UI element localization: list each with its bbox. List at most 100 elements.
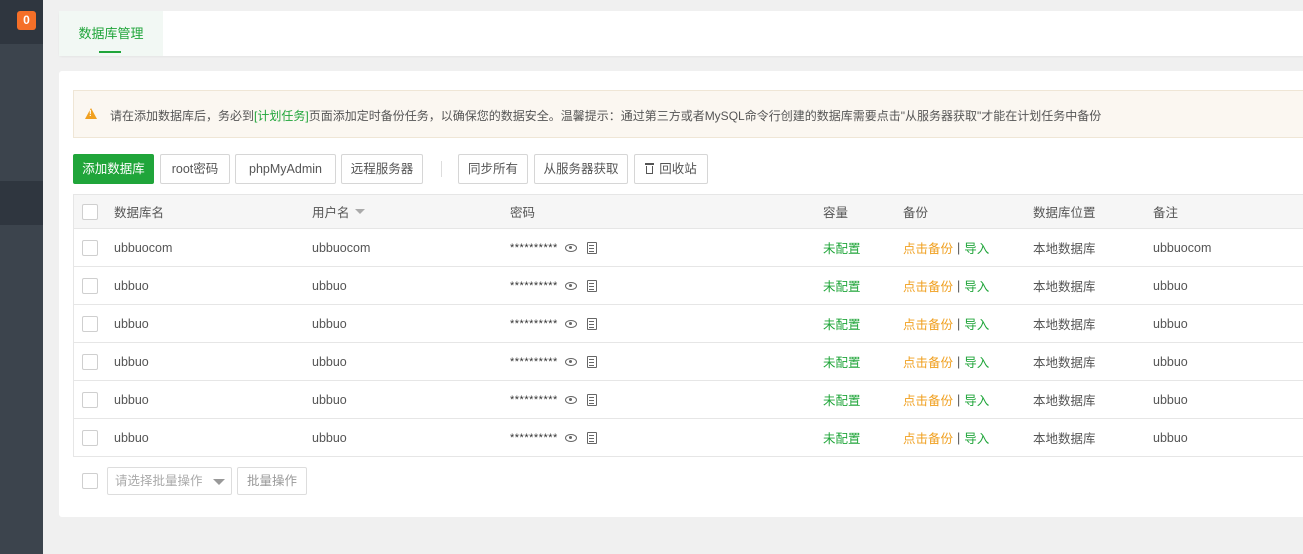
db-note[interactable]: ubbuo	[1153, 267, 1188, 304]
db-note[interactable]: ubbuo	[1153, 305, 1188, 342]
link-divider: |	[957, 354, 961, 369]
db-backup: 点击备份 | 导入	[903, 267, 989, 304]
root-password-button[interactable]: root密码	[160, 154, 230, 184]
link-divider: |	[957, 316, 961, 331]
db-name: ubbuo	[114, 392, 149, 407]
row-checkbox[interactable]	[82, 239, 98, 256]
backup-link[interactable]: 点击备份	[903, 276, 953, 295]
import-link[interactable]: 导入	[964, 390, 989, 409]
chevron-down-icon	[213, 479, 225, 485]
header-user[interactable]: 用户名	[312, 195, 365, 228]
backup-link[interactable]: 点击备份	[903, 238, 953, 257]
password-mask: **********	[510, 317, 558, 330]
db-backup: 点击备份 | 导入	[903, 343, 989, 380]
eye-icon[interactable]	[564, 433, 577, 442]
batch-operation-button[interactable]: 批量操作	[237, 467, 307, 495]
db-note[interactable]: ubbuo	[1153, 381, 1188, 418]
header-backup: 备份	[903, 206, 929, 220]
db-location: 本地数据库	[1033, 356, 1096, 370]
import-link[interactable]: 导入	[964, 276, 989, 295]
recycle-bin-button[interactable]: 回收站	[634, 154, 708, 184]
header-note: 备注	[1153, 206, 1179, 220]
table-row: ubbuo ubbuo ********** 未配置 点击备份 | 导入 本地数据库…	[74, 381, 1303, 419]
add-database-button[interactable]: 添加数据库	[73, 154, 154, 184]
db-location: 本地数据库	[1033, 432, 1096, 446]
copy-icon[interactable]	[586, 279, 597, 292]
db-password: **********	[510, 229, 597, 266]
db-note[interactable]: ubbuo	[1153, 343, 1188, 380]
database-table: 数据库名 用户名 密码 容量 备份 数据库位置 备注 ubbuocom ubbu…	[73, 194, 1303, 457]
db-note[interactable]: ubbuocom	[1153, 229, 1211, 266]
notice-text-before: 请在添加数据库后，务必到	[110, 109, 255, 123]
copy-icon[interactable]	[586, 393, 597, 406]
copy-icon[interactable]	[586, 241, 597, 254]
table-row: ubbuo ubbuo ********** 未配置 点击备份 | 导入 本地数据库…	[74, 419, 1303, 457]
backup-link[interactable]: 点击备份	[903, 352, 953, 371]
eye-icon[interactable]	[564, 281, 577, 290]
backup-link[interactable]: 点击备份	[903, 390, 953, 409]
capacity-status[interactable]: 未配置	[823, 343, 861, 380]
trash-icon	[645, 163, 655, 174]
db-user: ubbuo	[312, 316, 347, 331]
db-location: 本地数据库	[1033, 318, 1096, 332]
db-location: 本地数据库	[1033, 242, 1096, 256]
eye-icon[interactable]	[564, 243, 577, 252]
capacity-status[interactable]: 未配置	[823, 305, 861, 342]
sidebar: 0	[0, 0, 43, 554]
db-note[interactable]: ubbuo	[1153, 419, 1188, 456]
tab-database-management[interactable]: 数据库管理	[59, 11, 163, 56]
notice-text: 请在添加数据库后，务必到[计划任务]页面添加定时备份任务，以确保您的数据安全。温…	[110, 107, 1101, 124]
toolbar-divider	[441, 161, 442, 177]
row-checkbox[interactable]	[82, 391, 98, 408]
capacity-status[interactable]: 未配置	[823, 419, 861, 456]
import-link[interactable]: 导入	[964, 314, 989, 333]
recycle-bin-label: 回收站	[659, 162, 697, 176]
select-all-checkbox[interactable]	[82, 203, 98, 220]
row-checkbox[interactable]	[82, 429, 98, 446]
capacity-status[interactable]: 未配置	[823, 267, 861, 304]
import-link[interactable]: 导入	[964, 428, 989, 447]
copy-icon[interactable]	[586, 431, 597, 444]
password-mask: **********	[510, 393, 558, 406]
sort-icon	[354, 209, 365, 214]
import-link[interactable]: 导入	[964, 352, 989, 371]
sidebar-item-active[interactable]	[0, 181, 43, 225]
import-link[interactable]: 导入	[964, 238, 989, 257]
batch-select-checkbox[interactable]	[82, 473, 98, 489]
db-backup: 点击备份 | 导入	[903, 419, 989, 456]
db-user: ubbuo	[312, 392, 347, 407]
row-checkbox[interactable]	[82, 277, 98, 294]
warning-icon	[85, 108, 97, 119]
row-checkbox[interactable]	[82, 315, 98, 332]
password-mask: **********	[510, 431, 558, 444]
db-user: ubbuo	[312, 430, 347, 445]
link-divider: |	[957, 430, 961, 445]
db-location: 本地数据库	[1033, 280, 1096, 294]
notification-badge[interactable]: 0	[17, 11, 36, 30]
sync-all-button[interactable]: 同步所有	[458, 154, 528, 184]
db-password: **********	[510, 267, 597, 304]
link-divider: |	[957, 240, 961, 255]
fetch-from-server-button[interactable]: 从服务器获取	[534, 154, 628, 184]
password-mask: **********	[510, 241, 558, 254]
capacity-status[interactable]: 未配置	[823, 381, 861, 418]
main-panel: 请在添加数据库后，务必到[计划任务]页面添加定时备份任务，以确保您的数据安全。温…	[59, 71, 1303, 517]
password-mask: **********	[510, 355, 558, 368]
row-checkbox[interactable]	[82, 353, 98, 370]
backup-link[interactable]: 点击备份	[903, 428, 953, 447]
batch-operation-select[interactable]: 请选择批量操作	[107, 467, 232, 495]
header-capacity: 容量	[823, 206, 849, 220]
copy-icon[interactable]	[586, 317, 597, 330]
capacity-status[interactable]: 未配置	[823, 229, 861, 266]
eye-icon[interactable]	[564, 357, 577, 366]
backup-link[interactable]: 点击备份	[903, 314, 953, 333]
link-divider: |	[957, 392, 961, 407]
header-name: 数据库名	[114, 206, 165, 220]
phpmyadmin-button[interactable]: phpMyAdmin	[235, 154, 336, 184]
db-password: **********	[510, 419, 597, 456]
cron-task-link[interactable]: [计划任务]	[254, 109, 309, 123]
remote-server-button[interactable]: 远程服务器	[341, 154, 423, 184]
eye-icon[interactable]	[564, 395, 577, 404]
copy-icon[interactable]	[586, 355, 597, 368]
eye-icon[interactable]	[564, 319, 577, 328]
